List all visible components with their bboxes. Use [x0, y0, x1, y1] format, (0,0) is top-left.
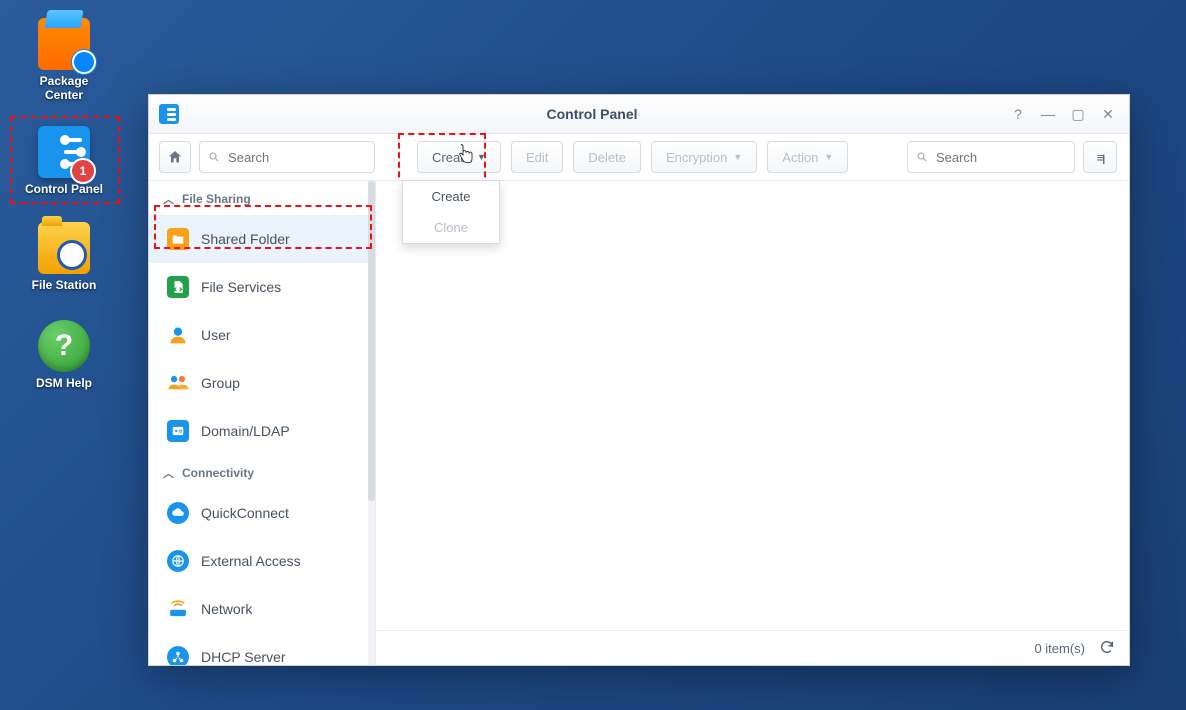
titlebar[interactable]: Control Panel ? — ▢ ✕ [149, 95, 1129, 134]
section-title: File Sharing [182, 192, 251, 206]
action-button[interactable]: Action ▼ [767, 141, 848, 173]
window-maximize-button[interactable]: ▢ [1065, 103, 1091, 125]
scrollbar-thumb[interactable] [368, 181, 375, 501]
sidebar-section-connectivity[interactable]: ︿ Connectivity [149, 455, 375, 489]
delete-button[interactable]: Delete [573, 141, 641, 173]
sidebar-item-user[interactable]: User [149, 311, 375, 359]
content-search-input[interactable] [934, 149, 1066, 166]
app-icon [159, 104, 179, 124]
chevron-up-icon: ︿ [163, 191, 174, 207]
id-card-icon [167, 420, 189, 442]
sidebar-item-label: Shared Folder [201, 231, 290, 247]
desktop-icon-label: File Station [22, 278, 106, 292]
refresh-button[interactable] [1099, 639, 1115, 658]
file-arrows-icon [167, 276, 189, 298]
desktop-icon-dsm-help[interactable]: ? DSM Help [22, 320, 106, 390]
desktop-icon-label: DSM Help [22, 376, 106, 390]
group-icon [167, 372, 189, 394]
desktop-icon-label: Control Panel [22, 182, 106, 196]
sidebar-search-input[interactable] [226, 149, 366, 166]
sidebar: ︿ File Sharing Shared Folder File Servic… [149, 181, 376, 665]
sidebar-item-label: Network [201, 601, 252, 617]
sort-icon: ≡| [1097, 150, 1103, 165]
status-bar: 0 item(s) [376, 630, 1129, 665]
sidebar-item-label: File Services [201, 279, 281, 295]
folder-search-icon [38, 222, 90, 274]
edit-button[interactable]: Edit [511, 141, 563, 173]
home-button[interactable] [159, 141, 191, 173]
globe-icon [167, 550, 189, 572]
chevron-down-icon: ▼ [733, 152, 742, 162]
refresh-icon [1099, 639, 1115, 655]
sidebar-item-shared-folder[interactable]: Shared Folder [149, 215, 375, 263]
dropdown-item-create[interactable]: Create [403, 181, 499, 212]
encryption-button[interactable]: Encryption ▼ [651, 141, 757, 173]
search-icon [208, 150, 220, 164]
sidebar-section-file-sharing[interactable]: ︿ File Sharing [149, 181, 375, 215]
sidebar-item-external-access[interactable]: External Access [149, 537, 375, 585]
router-icon [167, 598, 189, 620]
sidebar-item-label: Group [201, 375, 240, 391]
window-close-button[interactable]: ✕ [1095, 103, 1121, 125]
sliders-icon: 1 [38, 126, 90, 178]
create-button-label: Create [432, 150, 471, 165]
window-title: Control Panel [179, 106, 1005, 122]
chevron-down-icon: ▼ [824, 152, 833, 162]
control-panel-window: Control Panel ? — ▢ ✕ Create ▼ Edit Dele… [148, 94, 1130, 666]
content-area: 0 item(s) [376, 181, 1129, 665]
section-title: Connectivity [182, 466, 254, 480]
search-icon [916, 150, 928, 164]
sidebar-item-label: External Access [201, 553, 301, 569]
delete-button-label: Delete [588, 150, 626, 165]
item-count: 0 item(s) [1034, 641, 1085, 656]
sidebar-item-label: Domain/LDAP [201, 423, 290, 439]
sidebar-item-file-services[interactable]: File Services [149, 263, 375, 311]
create-button[interactable]: Create ▼ [417, 141, 501, 173]
toolbar: Create ▼ Edit Delete Encryption ▼ Action… [149, 134, 1129, 181]
sidebar-item-dhcp-server[interactable]: DHCP Server [149, 633, 375, 665]
help-icon: ? [38, 320, 90, 372]
chevron-up-icon: ︿ [163, 465, 174, 481]
network-node-icon [167, 646, 189, 665]
window-help-button[interactable]: ? [1005, 103, 1031, 125]
sidebar-item-domain-ldap[interactable]: Domain/LDAP [149, 407, 375, 455]
sidebar-item-label: QuickConnect [201, 505, 289, 521]
scrollbar-track[interactable] [368, 181, 375, 665]
home-icon [167, 149, 183, 165]
sidebar-item-quickconnect[interactable]: QuickConnect [149, 489, 375, 537]
edit-button-label: Edit [526, 150, 548, 165]
desktop-icon-control-panel[interactable]: 1 Control Panel [22, 126, 106, 196]
sidebar-item-label: DHCP Server [201, 649, 286, 665]
notification-badge: 1 [70, 158, 96, 184]
folder-share-icon [167, 228, 189, 250]
sort-button[interactable]: ≡| [1083, 141, 1117, 173]
desktop-icon-file-station[interactable]: File Station [22, 222, 106, 292]
dropdown-item-clone[interactable]: Clone [403, 212, 499, 243]
create-dropdown: Create Clone [402, 180, 500, 244]
cloud-link-icon [167, 502, 189, 524]
sidebar-search[interactable] [199, 141, 375, 173]
chevron-down-icon: ▼ [477, 152, 486, 162]
sidebar-item-label: User [201, 327, 231, 343]
desktop-icon-package-center[interactable]: Package Center [22, 18, 106, 102]
user-icon [167, 324, 189, 346]
content-search[interactable] [907, 141, 1075, 173]
encryption-button-label: Encryption [666, 150, 727, 165]
sidebar-item-network[interactable]: Network [149, 585, 375, 633]
desktop-icon-label: Package Center [22, 74, 106, 102]
window-minimize-button[interactable]: — [1035, 103, 1061, 125]
shopping-bag-icon [38, 18, 90, 70]
sidebar-item-group[interactable]: Group [149, 359, 375, 407]
action-button-label: Action [782, 150, 818, 165]
